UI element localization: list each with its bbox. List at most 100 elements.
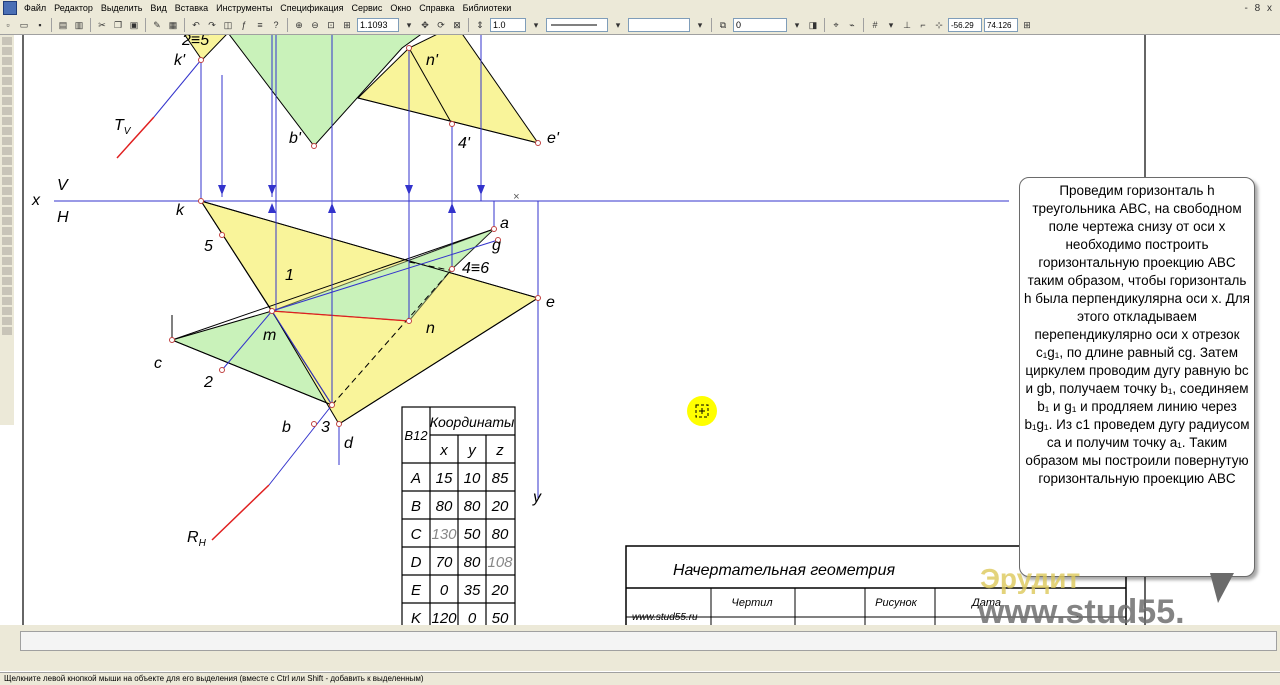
point-n[interactable] [406, 318, 412, 324]
point-4-1[interactable] [449, 121, 455, 127]
text-tool-icon[interactable] [2, 297, 12, 305]
spline-tool-icon[interactable] [2, 197, 12, 205]
segment-tool-icon[interactable] [2, 157, 12, 165]
menu-view[interactable]: Вид [146, 3, 170, 13]
zoom-field[interactable]: 1.1093 [357, 18, 399, 32]
point-e[interactable] [535, 295, 541, 301]
polyline-tool-icon[interactable] [2, 207, 12, 215]
arc-tool-icon[interactable] [2, 177, 12, 185]
cursor-icon[interactable]: ⊞ [1020, 18, 1034, 32]
select-tool-icon[interactable] [2, 97, 12, 105]
dropdown-arrow-icon[interactable]: ▾ [529, 18, 543, 32]
point-d[interactable] [336, 421, 342, 427]
snap-icon[interactable]: ⌖ [829, 18, 843, 32]
symbols-tool-icon[interactable] [2, 57, 12, 65]
point-a[interactable] [491, 226, 497, 232]
measure-tool-icon[interactable] [2, 87, 12, 95]
axis-tool-icon[interactable] [2, 287, 12, 295]
zoom-out-icon[interactable]: ⊖ [308, 18, 322, 32]
redo-icon[interactable]: ↷ [205, 18, 219, 32]
point-k1[interactable] [198, 57, 204, 63]
point-3[interactable] [329, 402, 335, 408]
menu-libraries[interactable]: Библиотеки [459, 3, 516, 13]
point-2[interactable] [219, 367, 225, 373]
rebuild-icon[interactable]: ⊠ [450, 18, 464, 32]
window-controls[interactable]: - 8 x [1245, 3, 1280, 14]
local-cs-icon[interactable]: ⌐ [916, 18, 930, 32]
point-e1[interactable] [535, 140, 541, 146]
point-m[interactable] [269, 308, 275, 314]
zoom-in-icon[interactable]: ⊕ [292, 18, 306, 32]
dropdown-arrow-icon[interactable]: ▾ [693, 18, 707, 32]
point-n1[interactable] [406, 45, 412, 51]
dimensions-tool-icon[interactable] [2, 47, 12, 55]
layers-icon[interactable]: ⧉ [716, 18, 730, 32]
point-b[interactable] [311, 421, 317, 427]
copy-icon[interactable]: ❐ [111, 18, 125, 32]
point-tool-icon[interactable] [2, 137, 12, 145]
menu-select[interactable]: Выделить [97, 3, 147, 13]
mark-tool-icon[interactable] [2, 317, 12, 325]
menu-insert[interactable]: Вставка [171, 3, 212, 13]
menu-window[interactable]: Окно [386, 3, 415, 13]
variables-icon[interactable]: ≡ [253, 18, 267, 32]
line-tool-icon[interactable] [2, 147, 12, 155]
point-b1[interactable] [311, 143, 317, 149]
coord-x-field[interactable]: -56.29 [948, 18, 982, 32]
point-5[interactable] [219, 232, 225, 238]
menu-edit[interactable]: Редактор [50, 3, 97, 13]
ortho-icon[interactable]: ⊥ [900, 18, 914, 32]
layer-color-icon[interactable]: ◨ [806, 18, 820, 32]
formula-icon[interactable]: ƒ [237, 18, 251, 32]
command-line-field[interactable] [20, 631, 1277, 651]
dropdown-arrow-icon[interactable]: ▾ [884, 18, 898, 32]
coordinates-icon[interactable]: ⊹ [932, 18, 946, 32]
app-icon[interactable] [3, 1, 17, 15]
new-file-icon[interactable]: ▫ [1, 18, 15, 32]
contour-tool-icon[interactable] [2, 267, 12, 275]
properties-icon[interactable]: ✎ [150, 18, 164, 32]
reports-tool-icon[interactable] [2, 117, 12, 125]
polygon-tool-icon[interactable] [2, 227, 12, 235]
help-pointer-icon[interactable]: ? [269, 18, 283, 32]
coord-y-field[interactable]: 74.126 [984, 18, 1018, 32]
point-c[interactable] [169, 337, 175, 343]
insert-tool-icon[interactable] [2, 127, 12, 135]
ellipse-tool-icon[interactable] [2, 187, 12, 195]
equidistant-tool-icon[interactable] [2, 277, 12, 285]
dropdown-arrow-icon[interactable]: ▾ [790, 18, 804, 32]
circle-tool-icon[interactable] [2, 167, 12, 175]
point-k[interactable] [198, 198, 204, 204]
step-icon[interactable]: ⇕ [473, 18, 487, 32]
hatch-tool-icon[interactable] [2, 257, 12, 265]
dropdown-arrow-icon[interactable]: ▾ [611, 18, 625, 32]
preview-icon[interactable]: ▥ [72, 18, 86, 32]
line-style-field[interactable] [546, 18, 608, 32]
pan-icon[interactable]: ✥ [418, 18, 432, 32]
snap-settings-icon[interactable]: ⌁ [845, 18, 859, 32]
menu-tools[interactable]: Инструменты [212, 3, 276, 13]
save-icon[interactable]: ▪ [33, 18, 47, 32]
table-tool-icon[interactable] [2, 307, 12, 315]
more-tools-icon[interactable] [2, 327, 12, 335]
zoom-fit-icon[interactable]: ⊞ [340, 18, 354, 32]
menu-specification[interactable]: Спецификация [276, 3, 347, 13]
parametric-tool-icon[interactable] [2, 77, 12, 85]
paste-icon[interactable]: ▣ [127, 18, 141, 32]
grid-icon[interactable]: # [868, 18, 882, 32]
layer-field[interactable]: 0 [733, 18, 787, 32]
point-4-6[interactable] [449, 266, 455, 272]
hatch-field[interactable] [628, 18, 690, 32]
menu-help[interactable]: Справка [415, 3, 458, 13]
manager-icon[interactable]: ◫ [221, 18, 235, 32]
dropdown-arrow-icon[interactable]: ▾ [402, 18, 416, 32]
cut-icon[interactable]: ✂ [95, 18, 109, 32]
fillet-tool-icon[interactable] [2, 247, 12, 255]
spec-tool-icon[interactable] [2, 107, 12, 115]
rectangle-tool-icon[interactable] [2, 217, 12, 225]
edit-tool-icon[interactable] [2, 67, 12, 75]
table-icon[interactable]: ▦ [166, 18, 180, 32]
chamfer-tool-icon[interactable] [2, 237, 12, 245]
menu-file[interactable]: Файл [20, 3, 50, 13]
zoom-window-icon[interactable]: ⊡ [324, 18, 338, 32]
